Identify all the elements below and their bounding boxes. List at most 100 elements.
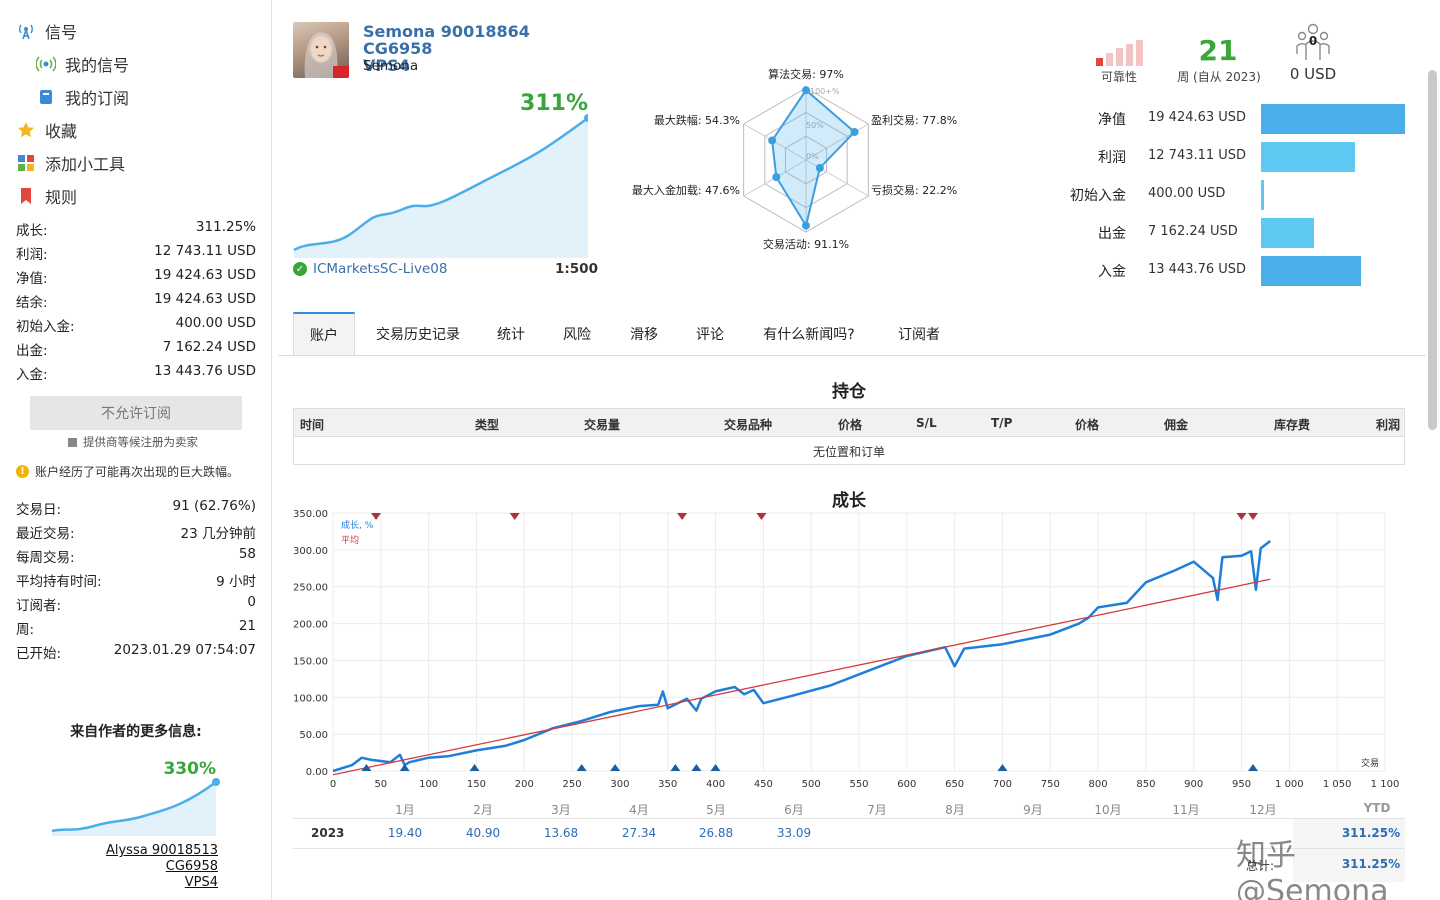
antenna-icon <box>16 21 36 41</box>
positions-column-header[interactable]: 时间 <box>300 416 324 433</box>
nav-favorites[interactable]: 收藏 <box>16 117 77 143</box>
seller-note-text: 提供商等候注册为卖家 <box>83 435 198 449</box>
x-tick-label: 200 <box>515 779 534 790</box>
month-header: 12月 <box>1249 803 1277 817</box>
reliability-bar <box>1136 40 1143 66</box>
nav-label: 我的信号 <box>65 56 130 75</box>
x-tick-label: 600 <box>897 779 916 790</box>
positions-column-header[interactable]: 交易品种 <box>724 416 772 433</box>
flag-icon <box>333 66 349 78</box>
stat-label: 平均持有时间: <box>16 574 102 590</box>
nav-my-signals[interactable]: 我的信号 <box>36 51 129 77</box>
ytd-header: YTD <box>1363 801 1391 815</box>
author-other-signal-link[interactable]: Alyssa 90018513 CG6958 VPS4 <box>50 843 218 891</box>
header-growth-area <box>294 118 588 258</box>
tab-reviews[interactable]: 评论 <box>679 312 741 356</box>
tab-trade-history[interactable]: 交易历史记录 <box>359 312 477 356</box>
radar-point <box>772 173 781 182</box>
positions-column-header[interactable]: 库存费 <box>1274 416 1310 433</box>
month-header: 8月 <box>945 803 965 817</box>
link-line-2: VPS4 <box>184 875 218 890</box>
tab-divider <box>278 355 1426 356</box>
stat-label: 利润: <box>16 247 48 263</box>
info-icon <box>68 437 77 447</box>
weeks-label: 周 (自从 2023) <box>1177 70 1261 84</box>
y-tick-label: 50.00 <box>299 730 328 741</box>
value-bar-value: 19 424.63 USD <box>1148 110 1247 125</box>
stat-label: 订阅者: <box>16 598 62 614</box>
growth-chart[interactable]: 0.00 50.00 100.00 150.00 200.00 250.00 300.00 3… <box>293 505 1405 795</box>
nav-my-subscriptions[interactable]: 我的订阅 <box>36 84 129 110</box>
tab-subscribers[interactable]: 订阅者 <box>881 312 957 356</box>
signal-author[interactable]: Semona <box>363 58 418 74</box>
y-tick-label: 100.00 <box>293 693 328 704</box>
positions-column-header[interactable]: 利润 <box>1376 416 1400 433</box>
tab-account[interactable]: 账户 <box>293 312 355 356</box>
mini-growth-chart[interactable]: 330% <box>44 756 230 836</box>
weeks-value: 21 <box>1198 34 1238 67</box>
positions-column-header[interactable]: 类型 <box>475 416 499 433</box>
more-from-author-title: 来自作者的更多信息: <box>70 724 202 740</box>
stat-label: 入金: <box>16 367 48 383</box>
positions-column-header[interactable]: 佣金 <box>1164 416 1188 433</box>
stat-label: 初始入金: <box>16 319 75 335</box>
positions-column-header[interactable]: T/P <box>991 416 1012 430</box>
positions-column-header[interactable]: S/L <box>916 416 937 430</box>
subscribers-count: 0 <box>1309 34 1317 48</box>
tab-news[interactable]: 有什么新闻吗? <box>745 312 873 356</box>
nav-rules[interactable]: 规则 <box>16 183 77 209</box>
stat-label: 交易日: <box>16 502 62 518</box>
tab-statistics[interactable]: 统计 <box>481 312 541 356</box>
radar-point <box>802 86 810 95</box>
month-header: 5月 <box>706 803 726 817</box>
tab-slippage[interactable]: 滑移 <box>613 312 675 356</box>
nav-add-widget[interactable]: 添加小工具 <box>16 150 125 176</box>
month-header: 10月 <box>1094 803 1122 817</box>
positions-column-header[interactable]: 价格 <box>838 416 862 433</box>
subscribe-button[interactable]: 不允许订阅 <box>30 396 242 430</box>
stat-value: 91 (62.76%) <box>172 498 256 514</box>
star-icon <box>16 120 36 140</box>
nav-signals[interactable]: 信号 <box>16 18 77 44</box>
y-tick-label: 150.00 <box>293 656 328 667</box>
drawdown-warning: ! 账户经历了可能再次出现的巨大跌幅。 <box>16 463 239 480</box>
radar-label: 盈利交易: 77.8% <box>871 113 957 127</box>
radar-label: 算法交易: 97% <box>768 67 844 81</box>
y-tick-label: 0.00 <box>306 767 328 778</box>
link-line-1: Alyssa 90018513 CG6958 <box>105 843 218 874</box>
x-tick-label: 1 000 <box>1275 779 1304 790</box>
scrollbar[interactable] <box>1428 70 1437 430</box>
value-bar-label: 出金 <box>1098 226 1126 242</box>
value-bar-label: 初始入金 <box>1070 188 1126 204</box>
y-tick-label: 200.00 <box>293 620 328 631</box>
radar-point <box>850 127 859 136</box>
stat-row: 已开始: 2023.01.29 07:54:07 <box>16 642 256 662</box>
y-tick-label: 350.00 <box>293 509 328 520</box>
x-tick-label: 800 <box>1089 779 1108 790</box>
radar-point <box>802 221 810 230</box>
bookmark-icon <box>16 186 36 206</box>
stat-row: 结余: 19 424.63 USD <box>16 291 256 311</box>
nav-label: 信号 <box>45 23 78 42</box>
stat-value: 23 几分钟前 <box>180 526 256 542</box>
positions-title: 持仓 <box>832 382 866 402</box>
positions-column-header[interactable]: 交易量 <box>584 416 620 433</box>
month-value: 13.68 <box>543 826 579 840</box>
value-bar-label: 净值 <box>1098 112 1126 128</box>
stat-value: 7 162.24 USD <box>162 339 256 355</box>
broker-server[interactable]: ✓ ICMarketsSC-Live08 <box>293 261 447 277</box>
legend-entry: 成长, % <box>341 519 374 531</box>
stat-row: 每周交易: 58 <box>16 546 256 566</box>
stat-label: 结余: <box>16 295 48 311</box>
stat-value: 9 小时 <box>216 574 256 590</box>
x-tick-label: 450 <box>754 779 773 790</box>
positions-column-header[interactable]: 价格 <box>1075 416 1099 433</box>
nav-label: 规则 <box>45 188 78 207</box>
reliability-bar <box>1126 44 1133 66</box>
value-bar <box>1261 180 1264 210</box>
stat-label: 出金: <box>16 343 48 359</box>
subscription-icon <box>36 87 56 107</box>
tab-risk[interactable]: 风险 <box>545 312 609 356</box>
positions-header: 时间 类型 交易量 交易品种 价格 S/L T/P 价格 佣金 库存费 利润 <box>294 409 1404 437</box>
stat-row: 初始入金: 400.00 USD <box>16 315 256 335</box>
